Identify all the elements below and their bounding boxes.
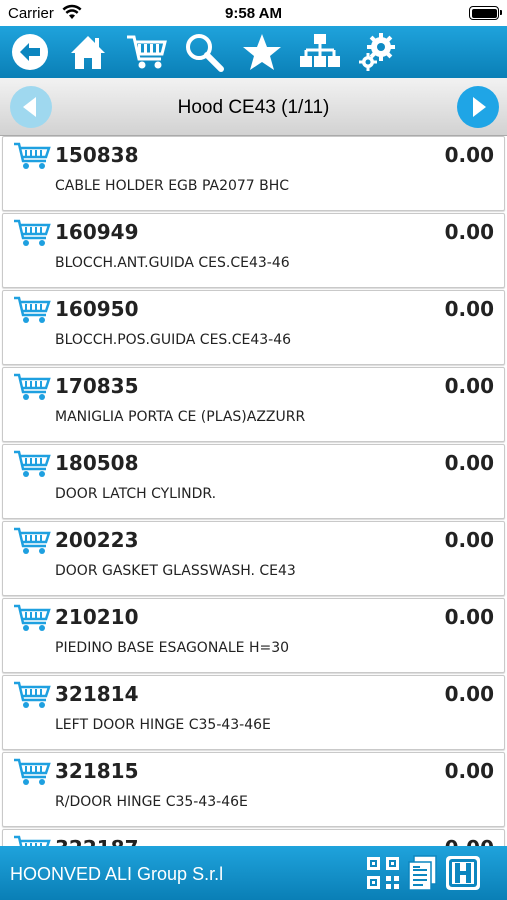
part-code: 170835 <box>55 374 139 398</box>
home-icon[interactable] <box>66 30 110 74</box>
gear-icon[interactable] <box>356 30 400 74</box>
toolbar <box>0 26 507 78</box>
list-item[interactable]: 160949 0.00 BLOCCH.ANT.GUIDA CES.CE43-46 <box>2 213 505 288</box>
part-price: 0.00 <box>444 682 494 706</box>
part-code: 200223 <box>55 528 139 552</box>
part-code: 210210 <box>55 605 139 629</box>
part-code: 322187 <box>55 836 139 846</box>
part-price: 0.00 <box>444 759 494 783</box>
battery-icon <box>469 6 502 20</box>
previous-page-button[interactable] <box>10 86 52 128</box>
part-price: 0.00 <box>444 374 494 398</box>
list-item[interactable]: 321815 0.00 R/DOOR HINGE C35-43-46E <box>2 752 505 827</box>
list-item[interactable]: 150838 0.00 CABLE HOLDER EGB PA2077 BHC <box>2 136 505 211</box>
part-code: 160949 <box>55 220 139 244</box>
part-description: CABLE HOLDER EGB PA2077 BHC <box>55 178 290 194</box>
part-description: DOOR GASKET GLASSWASH. CE43 <box>55 563 296 579</box>
add-to-cart-icon[interactable] <box>13 680 51 710</box>
list-item[interactable]: 321814 0.00 LEFT DOOR HINGE C35-43-46E <box>2 675 505 750</box>
brand-logo-icon[interactable] <box>444 854 482 892</box>
part-description: LEFT DOOR HINGE C35-43-46E <box>55 717 271 733</box>
part-price: 0.00 <box>444 143 494 167</box>
status-bar: Carrier 9:58 AM <box>0 0 507 26</box>
star-icon[interactable] <box>240 30 284 74</box>
next-page-button[interactable] <box>457 86 499 128</box>
documents-icon[interactable] <box>404 854 442 892</box>
page-title: Hood CE43 (1/11) <box>177 97 330 118</box>
search-icon[interactable] <box>182 30 226 74</box>
add-to-cart-icon[interactable] <box>13 218 51 248</box>
list-item[interactable]: 160950 0.00 BLOCCH.POS.GUIDA CES.CE43-46 <box>2 290 505 365</box>
part-code: 160950 <box>55 297 139 321</box>
add-to-cart-icon[interactable] <box>13 757 51 787</box>
part-description: DOOR LATCH CYLINDR. <box>55 486 217 502</box>
nav-header: Hood CE43 (1/11) <box>0 78 507 136</box>
add-to-cart-icon[interactable] <box>13 526 51 556</box>
back-arrow-icon[interactable] <box>8 30 52 74</box>
list-item[interactable]: 180508 0.00 DOOR LATCH CYLINDR. <box>2 444 505 519</box>
part-code: 321814 <box>55 682 139 706</box>
part-price: 0.00 <box>444 297 494 321</box>
part-price: 0.00 <box>444 528 494 552</box>
clock: 9:58 AM <box>225 5 282 22</box>
part-price: 0.00 <box>444 451 494 475</box>
add-to-cart-icon[interactable] <box>13 141 51 171</box>
part-description: BLOCCH.ANT.GUIDA CES.CE43-46 <box>55 255 290 271</box>
company-name: HOONVED ALI Group S.r.l <box>10 864 224 884</box>
part-code: 321815 <box>55 759 139 783</box>
part-price: 0.00 <box>445 836 494 846</box>
add-to-cart-icon[interactable] <box>13 372 51 402</box>
qr-code-icon[interactable] <box>364 854 402 892</box>
add-to-cart-icon[interactable] <box>13 834 51 846</box>
part-code: 180508 <box>55 451 139 475</box>
list-item[interactable]: 200223 0.00 DOOR GASKET GLASSWASH. CE43 <box>2 521 505 596</box>
part-description: PIEDINO BASE ESAGONALE H=30 <box>55 640 290 656</box>
list-item[interactable]: 210210 0.00 PIEDINO BASE ESAGONALE H=30 <box>2 598 505 673</box>
part-description: R/DOOR HINGE C35-43-46E <box>55 794 248 810</box>
part-description: BLOCCH.POS.GUIDA CES.CE43-46 <box>55 332 292 348</box>
add-to-cart-icon[interactable] <box>13 449 51 479</box>
cart-icon[interactable] <box>124 30 168 74</box>
add-to-cart-icon[interactable] <box>13 295 51 325</box>
list-item[interactable]: 322187 0.00 <box>2 829 505 846</box>
list-item[interactable]: 170835 0.00 MANIGLIA PORTA CE (PLAS)AZZU… <box>2 367 505 442</box>
part-code: 150838 <box>55 143 139 167</box>
part-price: 0.00 <box>444 220 494 244</box>
add-to-cart-icon[interactable] <box>13 603 51 633</box>
footer-bar: HOONVED ALI Group S.r.l <box>0 846 507 900</box>
parts-list: 150838 0.00 CABLE HOLDER EGB PA2077 BHC … <box>0 136 507 846</box>
part-description: MANIGLIA PORTA CE (PLAS)AZZURR <box>55 409 306 425</box>
part-price: 0.00 <box>444 605 494 629</box>
sitemap-icon[interactable] <box>298 30 342 74</box>
